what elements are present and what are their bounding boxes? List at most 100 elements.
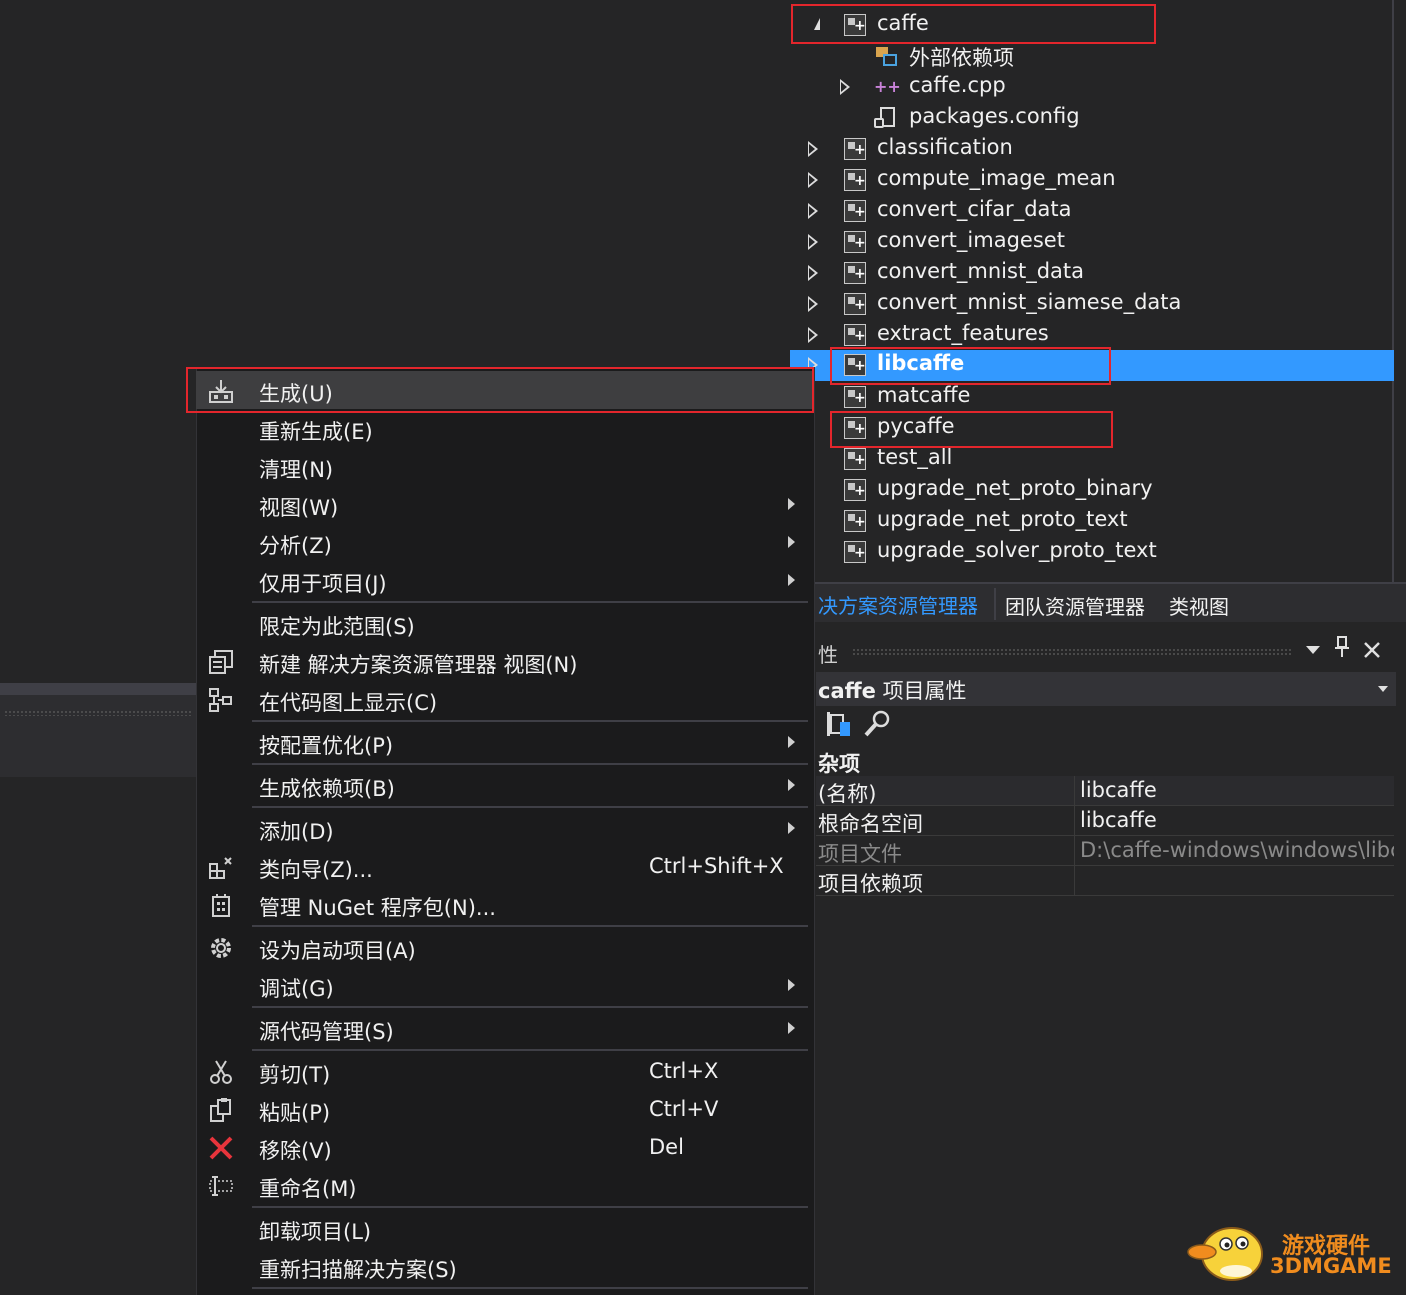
property-row[interactable]: (名称) libcaffe — [816, 776, 1394, 806]
menu-item-label: 分析(Z) — [259, 534, 332, 558]
menu-item-shortcut: Ctrl+Shift+X — [649, 854, 784, 878]
tree-item-label: convert_cifar_data — [877, 197, 1072, 221]
menu-item-source-control[interactable]: 源代码管理(S) — [196, 1009, 812, 1047]
menu-item-debug[interactable]: 调试(G) — [196, 966, 812, 1004]
menu-item-paste[interactable]: 粘贴(P) Ctrl+V — [196, 1090, 812, 1128]
menu-separator — [252, 1206, 808, 1208]
property-row[interactable]: 项目文件 D:\caffe-windows\windows\libc — [816, 836, 1394, 866]
menu-item-label: 重新生成(E) — [259, 420, 373, 444]
property-row[interactable]: 项目依赖项 — [816, 866, 1394, 896]
menu-item-shortcut: Ctrl+X — [649, 1059, 719, 1083]
menu-item-shortcut: Ctrl+V — [649, 1097, 719, 1121]
tree-item-project[interactable]: compute_image_mean — [790, 165, 1394, 196]
collapsed-arrow-icon[interactable] — [808, 141, 818, 157]
menu-separator — [252, 763, 808, 765]
tree-item-project[interactable]: convert_mnist_siamese_data — [790, 289, 1394, 320]
menu-item-add[interactable]: 添加(D) — [196, 809, 812, 847]
submenu-arrow-icon — [788, 498, 795, 510]
menu-item-label: 仅用于项目(J) — [259, 572, 387, 596]
menu-item-scope[interactable]: 限定为此范围(S) — [196, 604, 812, 642]
menu-item-remove[interactable]: 移除(V) Del — [196, 1128, 812, 1166]
tree-item-caffe-cpp[interactable]: ++ caffe.cpp — [790, 72, 1394, 103]
tree-item-label: convert_mnist_data — [877, 259, 1084, 283]
menu-item-set-startup[interactable]: 设为启动项目(A) — [196, 928, 812, 966]
tree-item-external-deps[interactable]: 外部依赖项 — [790, 41, 1394, 72]
tree-item-packages-config[interactable]: packages.config — [790, 103, 1394, 134]
property-pages-icon[interactable] — [862, 710, 892, 738]
tree-item-project[interactable]: pycaffe — [790, 413, 1394, 444]
tree-item-project[interactable]: upgrade_net_proto_binary — [790, 475, 1394, 506]
tree-item-project[interactable]: classification — [790, 134, 1394, 165]
collapsed-arrow-icon[interactable] — [808, 172, 818, 188]
menu-item-unload[interactable]: 卸载项目(L) — [196, 1209, 812, 1247]
class-wizard-icon — [208, 854, 234, 880]
clipboard-icon — [208, 1097, 234, 1123]
property-row[interactable]: 根命名空间 libcaffe — [816, 806, 1394, 836]
tab-team-explorer[interactable]: 团队资源管理器 — [1005, 591, 1145, 620]
tree-item-label: 外部依赖项 — [909, 46, 1014, 70]
tree-item-project[interactable]: extract_features — [790, 320, 1394, 351]
properties-title: 性 — [818, 643, 838, 667]
sort-categorized-icon[interactable] — [822, 712, 852, 738]
menu-separator — [252, 720, 808, 722]
tree-item-project[interactable]: convert_imageset — [790, 227, 1394, 258]
project-icon — [844, 448, 866, 470]
pin-icon[interactable] — [1334, 636, 1350, 663]
project-icon — [844, 510, 866, 532]
property-value[interactable]: libcaffe — [1080, 808, 1394, 832]
menu-item-clean[interactable]: 清理(N) — [196, 447, 812, 485]
chevron-down-icon[interactable] — [1378, 686, 1388, 692]
collapsed-arrow-icon[interactable] — [808, 265, 818, 281]
menu-item-label: 源代码管理(S) — [259, 1020, 394, 1044]
property-key: (名称) — [818, 782, 877, 806]
expanded-arrow-icon[interactable] — [808, 18, 820, 30]
tree-item-project[interactable]: matcaffe — [790, 382, 1394, 413]
menu-item-build[interactable]: 生成(U) — [196, 371, 812, 409]
menu-item-pgo[interactable]: 按配置优化(P) — [196, 723, 812, 761]
close-icon[interactable] — [1362, 640, 1382, 665]
tree-item-caffe[interactable]: caffe — [790, 10, 1394, 41]
tree-item-project[interactable]: upgrade_net_proto_text — [790, 506, 1394, 537]
menu-item-class-wizard[interactable]: 类向导(Z)... Ctrl+Shift+X — [196, 847, 812, 885]
menu-item-view[interactable]: 视图(W) — [196, 485, 812, 523]
collapsed-arrow-icon[interactable] — [808, 327, 818, 343]
menu-item-analyze[interactable]: 分析(Z) — [196, 523, 812, 561]
tree-item-libcaffe-selected[interactable]: libcaffe — [790, 350, 1394, 381]
tree-item-project[interactable]: convert_cifar_data — [790, 196, 1394, 227]
editor-grip — [4, 710, 192, 716]
collapsed-arrow-icon[interactable] — [808, 234, 818, 250]
menu-item-label: 视图(W) — [259, 496, 339, 520]
tree-item-project[interactable]: upgrade_solver_proto_text — [790, 537, 1394, 568]
project-icon — [844, 138, 866, 160]
property-value[interactable]: libcaffe — [1080, 778, 1394, 802]
tab-solution-explorer[interactable]: 决方案资源管理器 — [818, 590, 978, 619]
property-key: 项目文件 — [818, 842, 902, 866]
menu-item-nuget[interactable]: 管理 NuGet 程序包(N)... — [196, 885, 812, 923]
tree-item-label: test_all — [877, 445, 953, 469]
tree-item-project[interactable]: convert_mnist_data — [790, 258, 1394, 289]
collapsed-arrow-icon[interactable] — [808, 203, 818, 219]
collapsed-arrow-icon[interactable] — [840, 79, 850, 95]
menu-item-project-only[interactable]: 仅用于项目(J) — [196, 561, 812, 599]
project-icon — [844, 479, 866, 501]
tree-item-label: pycaffe — [877, 414, 955, 438]
menu-item-build-deps[interactable]: 生成依赖项(B) — [196, 766, 812, 804]
project-icon — [844, 354, 866, 376]
tab-class-view[interactable]: 类视图 — [1169, 591, 1229, 620]
menu-item-rescan[interactable]: 重新扫描解决方案(S) — [196, 1247, 812, 1285]
dropdown-arrow-icon[interactable] — [1306, 646, 1320, 654]
menu-item-rebuild[interactable]: 重新生成(E) — [196, 409, 812, 447]
property-value[interactable]: D:\caffe-windows\windows\libc — [1080, 838, 1394, 862]
menu-item-label: 添加(D) — [259, 820, 334, 844]
collapsed-arrow-icon[interactable] — [808, 296, 818, 312]
tree-item-project[interactable]: test_all — [790, 444, 1394, 475]
menu-item-code-map[interactable]: 在代码图上显示(C) — [196, 680, 812, 718]
menu-separator — [252, 601, 808, 603]
property-key: 根命名空间 — [818, 812, 923, 836]
menu-item-cut[interactable]: 剪切(T) Ctrl+X — [196, 1052, 812, 1090]
menu-item-label: 清理(N) — [259, 458, 334, 482]
menu-item-new-view[interactable]: 新建 解决方案资源管理器 视图(N) — [196, 642, 812, 680]
menu-item-rename[interactable]: 重命名(M) — [196, 1166, 812, 1204]
tree-item-label: upgrade_net_proto_text — [877, 507, 1128, 531]
project-icon — [844, 262, 866, 284]
